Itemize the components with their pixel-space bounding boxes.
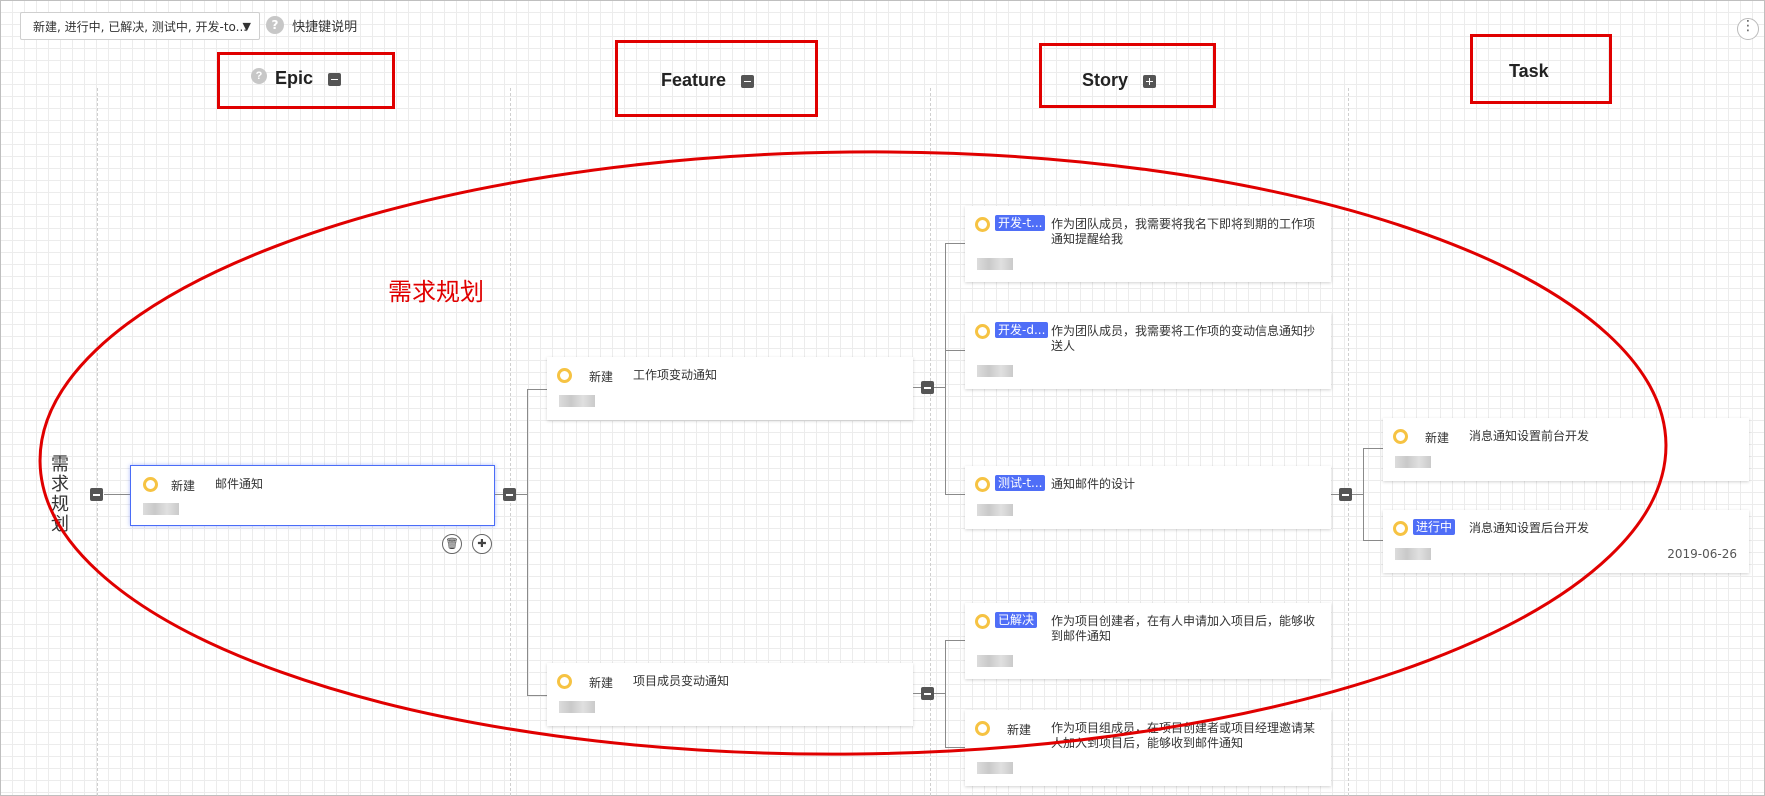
status-ring-icon (1393, 429, 1408, 444)
connector-line (945, 494, 965, 495)
task-title: 消息通知设置前台开发 (1469, 429, 1590, 443)
status-ring-icon (975, 217, 990, 232)
status-ring-icon (975, 721, 990, 736)
task-due-date: 2019-06-26 (1667, 547, 1737, 561)
task-title: 消息通知设置后台开发 (1469, 521, 1590, 535)
connector-line (1363, 448, 1364, 540)
story-card[interactable]: 开发-t... 作为团队成员，我需要将我名下即将到期的工作项通知提醒给我 (965, 206, 1331, 282)
story-status-tag: 开发-t... (995, 215, 1046, 231)
connector-line (1363, 448, 1383, 449)
task-card[interactable]: 新建 消息通知设置前台开发 (1383, 418, 1749, 481)
status-ring-icon (975, 324, 990, 339)
assignee-avatar (977, 258, 1013, 270)
feature-highlight-box (615, 40, 818, 117)
assignee-avatar (1395, 456, 1431, 468)
connector-line (945, 350, 965, 351)
collapse-epic-node-icon[interactable] (503, 488, 516, 501)
annotation-label: 需求规划 (388, 278, 484, 306)
root-node-label: 需求规划 (51, 454, 69, 535)
status-ring-icon (557, 368, 572, 383)
connector-line (1331, 494, 1339, 495)
assignee-avatar (143, 503, 179, 515)
collapse-story-node-icon[interactable] (1339, 488, 1352, 501)
task-status: 新建 (1425, 431, 1450, 445)
status-ring-icon (975, 614, 990, 629)
trash-icon[interactable]: 🗑 (442, 534, 462, 554)
story-card[interactable]: 测试-t... 通知邮件的设计 (965, 466, 1331, 529)
connector-line (527, 389, 547, 390)
feature-card[interactable]: 新建 工作项变动通知 (547, 357, 913, 420)
assignee-avatar (559, 701, 595, 713)
assignee-avatar (977, 655, 1013, 667)
shortcut-help-label: 快捷键说明 (292, 20, 358, 35)
story-card[interactable]: 开发-d... 作为团队成员，我需要将工作项的变动信息通知抄送人 (965, 313, 1331, 389)
collapse-feature-node-icon[interactable] (921, 687, 934, 700)
column-divider (1348, 88, 1349, 796)
connector-line (913, 693, 921, 694)
story-card[interactable]: 新建 作为项目组成员，在项目创建者或项目经理邀请某人加入到项目后，能够收到邮件通… (965, 710, 1331, 786)
story-title: 通知邮件的设计 (1051, 477, 1136, 491)
story-card[interactable]: 已解决 作为项目创建者，在有人申请加入项目后，能够收到邮件通知 (965, 603, 1331, 679)
status-ring-icon (557, 674, 572, 689)
story-title: 作为项目组成员，在项目创建者或项目经理邀请某人加入到项目后，能够收到邮件通知 (1051, 721, 1316, 750)
connector-line (913, 387, 921, 388)
collapse-feature-node-icon[interactable] (921, 381, 934, 394)
connector-line (516, 494, 527, 495)
task-card[interactable]: 进行中 消息通知设置后台开发 2019-06-26 (1383, 510, 1749, 573)
epic-title: 邮件通知 (215, 477, 264, 491)
feature-status: 新建 (589, 370, 614, 384)
assignee-avatar (977, 762, 1013, 774)
more-options-icon[interactable]: ⋮ (1737, 18, 1759, 40)
story-title: 作为项目创建者，在有人申请加入项目后，能够收到邮件通知 (1051, 614, 1316, 643)
epic-card[interactable]: 新建 邮件通知 (130, 465, 495, 526)
status-filter-select[interactable]: 新建, 进行中, 已解决, 测试中, 开发-to... ▼ (20, 12, 260, 40)
assignee-avatar (1395, 548, 1431, 560)
feature-status: 新建 (589, 676, 614, 690)
task-highlight-box (1470, 34, 1612, 104)
connector-line (945, 640, 965, 641)
assignee-avatar (977, 365, 1013, 377)
status-filter-value: 新建, 进行中, 已解决, 测试中, 开发-to... (33, 20, 248, 34)
connector-line (934, 693, 945, 694)
status-ring-icon (975, 477, 990, 492)
epic-highlight-box (217, 52, 395, 109)
assignee-avatar (559, 395, 595, 407)
story-status-tag: 开发-d... (995, 322, 1049, 338)
connector-line (104, 494, 130, 495)
story-status-tag: 测试-t... (995, 475, 1046, 491)
help-icon: ? (266, 16, 284, 34)
feature-card[interactable]: 新建 项目成员变动通知 (547, 663, 913, 726)
connector-line (945, 243, 965, 244)
connector-line (945, 640, 946, 747)
connector-line (1363, 540, 1383, 541)
connector-line (1352, 494, 1363, 495)
assignee-avatar (977, 504, 1013, 516)
status-ring-icon (143, 477, 158, 492)
connector-line (945, 747, 965, 748)
connector-line (527, 695, 547, 696)
connector-line (945, 243, 946, 494)
connector-line (527, 389, 528, 695)
chevron-down-icon: ▼ (242, 20, 251, 33)
connector-line (934, 387, 945, 388)
task-status-tag: 进行中 (1413, 519, 1456, 535)
collapse-root-icon[interactable] (90, 488, 103, 501)
column-divider (510, 88, 511, 796)
add-child-icon[interactable]: ✚ (472, 534, 492, 554)
story-status-tag: 已解决 (995, 612, 1038, 628)
epic-status: 新建 (171, 479, 196, 493)
story-title: 作为团队成员，我需要将我名下即将到期的工作项通知提醒给我 (1051, 217, 1316, 246)
feature-title: 项目成员变动通知 (633, 674, 730, 688)
story-status: 新建 (1007, 723, 1032, 737)
column-divider (97, 88, 98, 796)
shortcut-help-link[interactable]: ? 快捷键说明 (266, 16, 357, 35)
status-ring-icon (1393, 521, 1408, 536)
connector-line (495, 494, 503, 495)
story-highlight-box (1039, 43, 1216, 108)
story-title: 作为团队成员，我需要将工作项的变动信息通知抄送人 (1051, 324, 1316, 353)
feature-title: 工作项变动通知 (633, 368, 718, 382)
